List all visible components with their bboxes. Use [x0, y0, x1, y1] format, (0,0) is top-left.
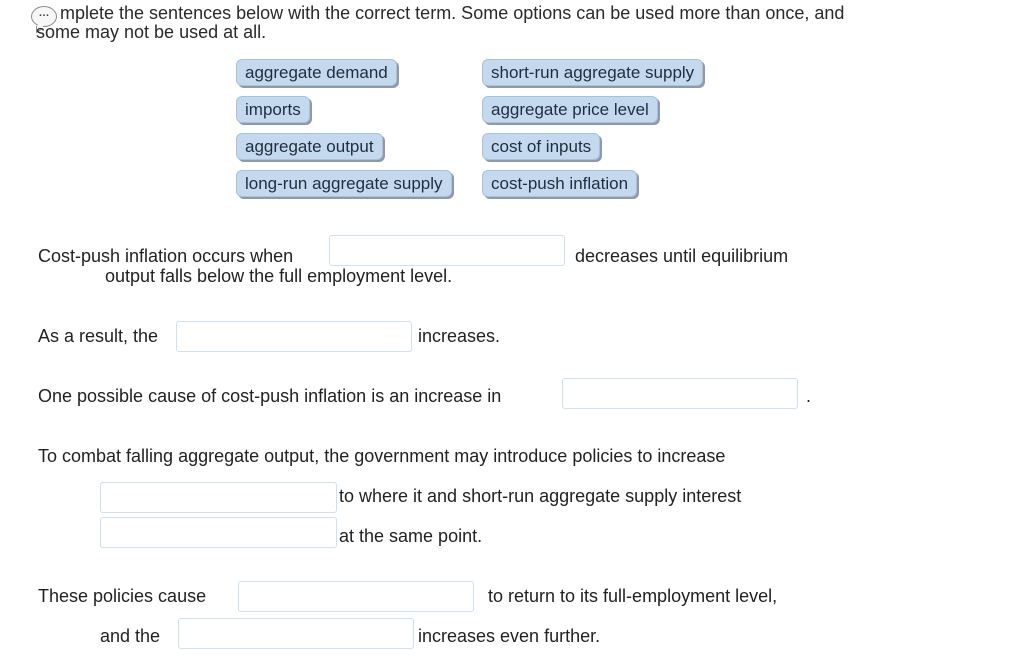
- sentence-3-part-b: .: [806, 386, 812, 406]
- sentence-3-part-a: One possible cause of cost-push inflatio…: [38, 386, 502, 406]
- instructions-line-2: some may not be used at all.: [36, 22, 267, 42]
- option-cost-of-inputs[interactable]: cost of inputs: [482, 133, 601, 160]
- sentence-1-part-c: output falls below the full employment l…: [105, 266, 453, 286]
- sentence-4-part-b: to where it and short-run aggregate supp…: [339, 486, 742, 506]
- sentence-4-part-c: at the same point.: [339, 526, 483, 546]
- sentence-5-part-a: These policies cause: [38, 586, 207, 606]
- option-aggregate-demand[interactable]: aggregate demand: [236, 59, 397, 86]
- option-short-run-aggregate-supply[interactable]: short-run aggregate supply: [482, 59, 704, 86]
- blank-7-drop-target[interactable]: [178, 618, 414, 649]
- blank-5-drop-target[interactable]: [100, 517, 337, 548]
- blank-1-drop-target[interactable]: [329, 235, 565, 266]
- sentence-2-part-b: increases.: [418, 326, 501, 346]
- instructions-line-1: mplete the sentences below with the corr…: [60, 3, 845, 23]
- blank-6-drop-target[interactable]: [238, 581, 474, 612]
- option-aggregate-output[interactable]: aggregate output: [236, 133, 383, 160]
- sentence-4-part-a: To combat falling aggregate output, the …: [38, 446, 726, 466]
- blank-4-drop-target[interactable]: [100, 482, 337, 513]
- option-cost-push-inflation[interactable]: cost-push inflation: [482, 170, 638, 197]
- sentence-1-part-b: decreases until equilibrium: [575, 246, 789, 266]
- blank-2-drop-target[interactable]: [176, 321, 412, 352]
- blank-3-drop-target[interactable]: [562, 378, 798, 409]
- option-imports[interactable]: imports: [236, 96, 310, 123]
- option-aggregate-price-level[interactable]: aggregate price level: [482, 96, 658, 123]
- option-long-run-aggregate-supply[interactable]: long-run aggregate supply: [236, 170, 452, 197]
- sentence-1-part-a: Cost-push inflation occurs when: [38, 246, 294, 266]
- sentence-5-part-c: and the: [100, 626, 161, 646]
- sentence-5-part-d: increases even further.: [418, 626, 601, 646]
- sentence-5-part-b: to return to its full-employment level,: [488, 586, 778, 606]
- sentence-2-part-a: As a result, the: [38, 326, 159, 346]
